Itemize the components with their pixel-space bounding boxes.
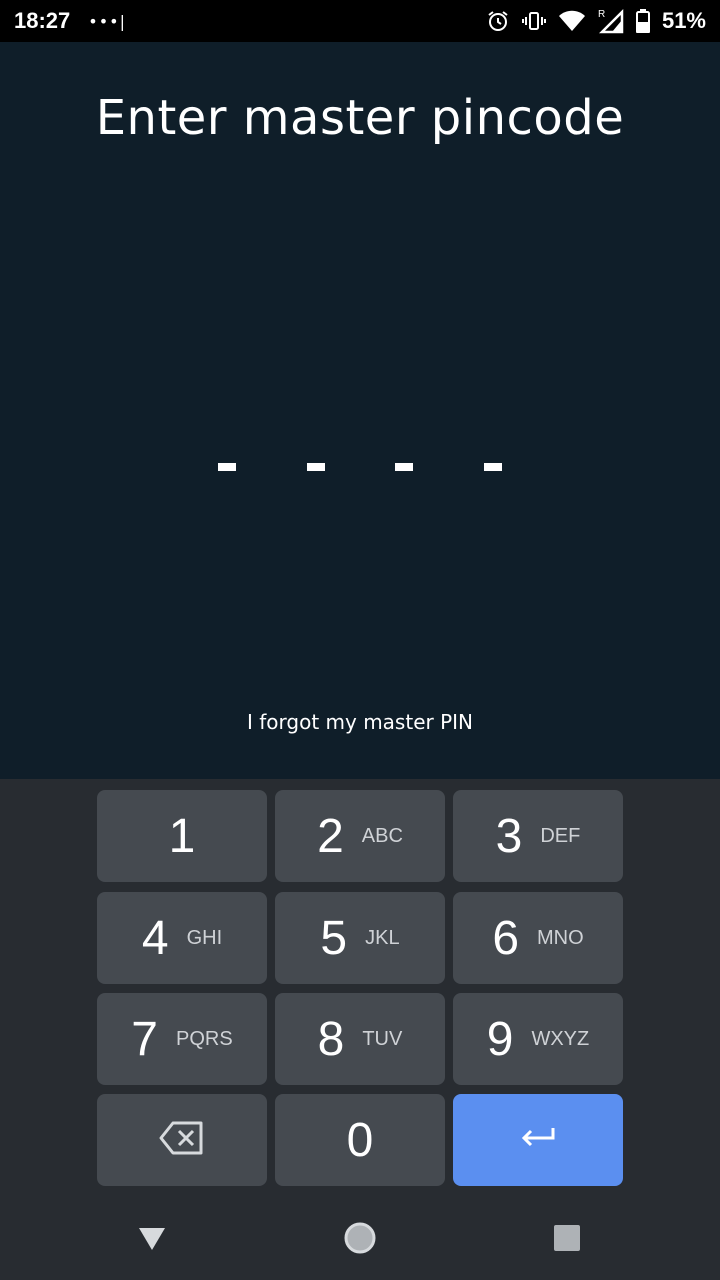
nav-back-button[interactable] <box>130 1218 174 1262</box>
wifi-icon <box>558 9 586 33</box>
nav-home-button[interactable] <box>338 1218 382 1262</box>
key-7[interactable]: 7 PQRS <box>97 993 267 1085</box>
key-6[interactable]: 6 MNO <box>453 892 623 984</box>
battery-icon <box>635 9 650 33</box>
key-digit: 2 <box>317 809 344 863</box>
vibrate-icon <box>521 9 546 33</box>
key-letters: WXYZ <box>531 1027 590 1050</box>
key-letters: JKL <box>365 926 400 949</box>
key-letters: TUV <box>362 1027 403 1050</box>
pin-placeholder <box>395 463 414 471</box>
backspace-icon <box>159 1120 205 1160</box>
key-letters: DEF <box>540 824 581 847</box>
key-1[interactable]: 1 <box>97 790 267 882</box>
key-8[interactable]: 8 TUV <box>275 993 445 1085</box>
pin-placeholder <box>306 463 325 471</box>
enter-arrow-icon <box>519 1125 557 1155</box>
recents-square-icon <box>553 1224 581 1256</box>
back-triangle-icon <box>137 1224 167 1256</box>
home-circle-icon <box>343 1221 377 1259</box>
numeric-keypad: 1 2 ABC 3 DEF 4 GHI 5 JKL 6 MNO 7 PQRS 8… <box>0 779 720 1200</box>
enter-button[interactable] <box>453 1094 623 1186</box>
key-digit: 5 <box>320 911 348 965</box>
pin-placeholder <box>218 463 236 471</box>
key-digit: 7 <box>131 1012 158 1066</box>
key-2[interactable]: 2 ABC <box>275 790 445 882</box>
key-digit: 9 <box>486 1012 514 1066</box>
key-digit: 8 <box>317 1012 345 1066</box>
navigation-bar <box>0 1200 720 1280</box>
status-bar: 18:27 •••| R 51% <box>0 0 720 42</box>
key-digit: 1 <box>168 809 196 863</box>
key-5[interactable]: 5 JKL <box>275 892 445 984</box>
key-letters: GHI <box>186 926 223 949</box>
svg-text:R: R <box>598 9 605 20</box>
key-letters: MNO <box>537 926 584 949</box>
backspace-button[interactable] <box>97 1094 267 1186</box>
pin-display <box>218 463 502 475</box>
notification-dots: •••| <box>88 11 126 31</box>
key-9[interactable]: 9 WXYZ <box>453 993 623 1085</box>
status-time: 18:27 <box>14 8 71 33</box>
alarm-icon <box>486 9 510 33</box>
key-3[interactable]: 3 DEF <box>453 790 623 882</box>
nav-recents-button[interactable] <box>545 1218 589 1262</box>
key-4[interactable]: 4 GHI <box>97 892 267 984</box>
key-digit: 6 <box>492 911 520 965</box>
key-0[interactable]: 0 <box>275 1094 445 1186</box>
key-letters: PQRS <box>176 1027 233 1050</box>
signal-icon: R <box>598 8 624 34</box>
key-digit: 3 <box>495 809 523 863</box>
battery-percent: 51% <box>661 8 706 33</box>
forgot-pin-link[interactable]: I forgot my master PIN <box>0 710 720 734</box>
key-letters: ABC <box>361 824 403 847</box>
pin-placeholder <box>483 463 502 471</box>
key-digit: 4 <box>141 911 169 965</box>
page-title: Enter master pincode <box>95 90 625 146</box>
key-digit: 0 <box>346 1113 374 1167</box>
